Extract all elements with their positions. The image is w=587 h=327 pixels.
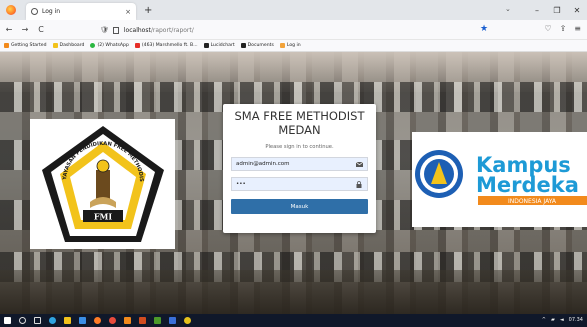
new-tab-button[interactable]: + [144, 5, 152, 16]
kampus-merdeka-logo: Kampus Merdeka INDONESIA JAYA [412, 132, 587, 227]
share-icon[interactable]: ⇪ [560, 24, 567, 33]
forward-button[interactable]: → [18, 25, 32, 34]
search-icon[interactable] [19, 317, 26, 324]
email-field[interactable]: admin@admin.com [231, 157, 368, 171]
password-value: ••• [236, 181, 246, 187]
navigation-toolbar: ← → C 🛡 localhost /raport/raport/ ★ ♡ ⇪ … [0, 20, 587, 40]
tab-list-chevron-icon[interactable]: ⌄ [505, 5, 511, 13]
edge-icon[interactable] [49, 317, 56, 324]
app-icon[interactable] [169, 317, 176, 324]
background-ground [0, 270, 587, 314]
app-icon[interactable] [124, 317, 131, 324]
whatsapp-icon [90, 43, 96, 48]
bookmark-log-in[interactable]: Log in [279, 43, 301, 48]
merdeka-text: Merdeka [476, 173, 579, 197]
reload-button[interactable]: C [34, 25, 48, 34]
bookmark-lucidchart[interactable]: Lucidchart [203, 43, 235, 48]
lucidchart-icon [203, 43, 209, 48]
file-explorer-icon[interactable] [64, 317, 71, 324]
bookmarks-toolbar: Getting Started Dashboard (2) WhatsApp (… [0, 40, 587, 52]
bookmark-getting-started[interactable]: Getting Started [4, 43, 47, 48]
url-host: localhost [123, 26, 151, 34]
chevron-up-icon[interactable]: ^ [542, 317, 546, 323]
masuk-button[interactable]: Masuk [231, 199, 368, 214]
fmi-school-logo: YAYASAN PENDIDIKAN FREE METHODIST INDONE… [30, 119, 175, 249]
fmi-letters: FMI [93, 211, 112, 221]
envelope-icon [355, 161, 363, 168]
bookmark-icon [52, 43, 58, 48]
url-bar[interactable]: 🛡 localhost /raport/raport/ [100, 23, 490, 37]
bookmark-whatsapp[interactable]: (2) WhatsApp [90, 43, 129, 48]
clock[interactable]: 07.34 [569, 317, 583, 323]
bookmark-documents[interactable]: Documents [240, 43, 274, 48]
login-card: SMA FREE METHODIST MEDAN Please sign in … [223, 104, 376, 233]
pocket-icon[interactable]: ♡ [544, 24, 551, 33]
bookmark-icon [279, 43, 285, 48]
app-icon[interactable] [184, 317, 191, 324]
firefox-taskbar-icon[interactable] [94, 317, 101, 324]
windows-start-icon[interactable] [4, 317, 11, 324]
documents-icon [240, 43, 246, 48]
school-title: SMA FREE METHODIST MEDAN [234, 109, 365, 137]
system-tray: ^ ▰ ◄ 07.34 [542, 317, 583, 323]
volume-icon[interactable]: ◄ [560, 317, 564, 323]
bookmark-icon [4, 43, 9, 48]
url-path: /raport/raport/ [150, 26, 194, 34]
task-view-icon[interactable] [34, 317, 41, 324]
bookmark-youtube[interactable]: (463) Marshmello ft. B... [134, 43, 198, 48]
tracking-shield-icon[interactable]: 🛡 [100, 26, 109, 34]
kampus-tagline: INDONESIA JAYA [508, 198, 557, 205]
app-icon[interactable] [154, 317, 161, 324]
close-window-button[interactable]: ✕ [567, 6, 587, 15]
back-button[interactable]: ← [2, 25, 16, 34]
chrome-icon[interactable] [109, 317, 116, 324]
windows-taskbar: ^ ▰ ◄ 07.34 [0, 314, 587, 327]
page-info-icon[interactable] [112, 26, 119, 34]
tab-strip: Log in × + ⌄ – ❐ ✕ [0, 0, 587, 20]
minimize-button[interactable]: – [527, 6, 547, 15]
app-icon[interactable] [139, 317, 146, 324]
network-icon[interactable]: ▰ [551, 317, 555, 323]
browser-tab[interactable]: Log in × [26, 3, 136, 20]
email-value: admin@admin.com [236, 161, 290, 167]
login-subtitle: Please sign in to continue. [265, 144, 334, 150]
tab-title: Log in [42, 8, 61, 15]
youtube-icon [134, 43, 140, 48]
globe-icon [31, 8, 38, 15]
firefox-logo-icon [6, 5, 16, 15]
kampus-merdeka-emblem-icon: Kampus Merdeka INDONESIA JAYA [415, 150, 587, 205]
lock-icon [355, 181, 363, 188]
login-page-background: YAYASAN PENDIDIKAN FREE METHODIST INDONE… [0, 52, 587, 314]
bookmark-star-icon[interactable]: ★ [480, 24, 488, 34]
password-field[interactable]: ••• [231, 177, 368, 191]
menu-icon[interactable]: ≡ [574, 24, 581, 33]
store-icon[interactable] [79, 317, 86, 324]
maximize-button[interactable]: ❐ [547, 6, 567, 15]
bookmark-dashboard[interactable]: Dashboard [52, 43, 84, 48]
tab-close-icon[interactable]: × [125, 8, 131, 16]
fmi-emblem-icon: YAYASAN PENDIDIKAN FREE METHODIST INDONE… [38, 122, 164, 242]
